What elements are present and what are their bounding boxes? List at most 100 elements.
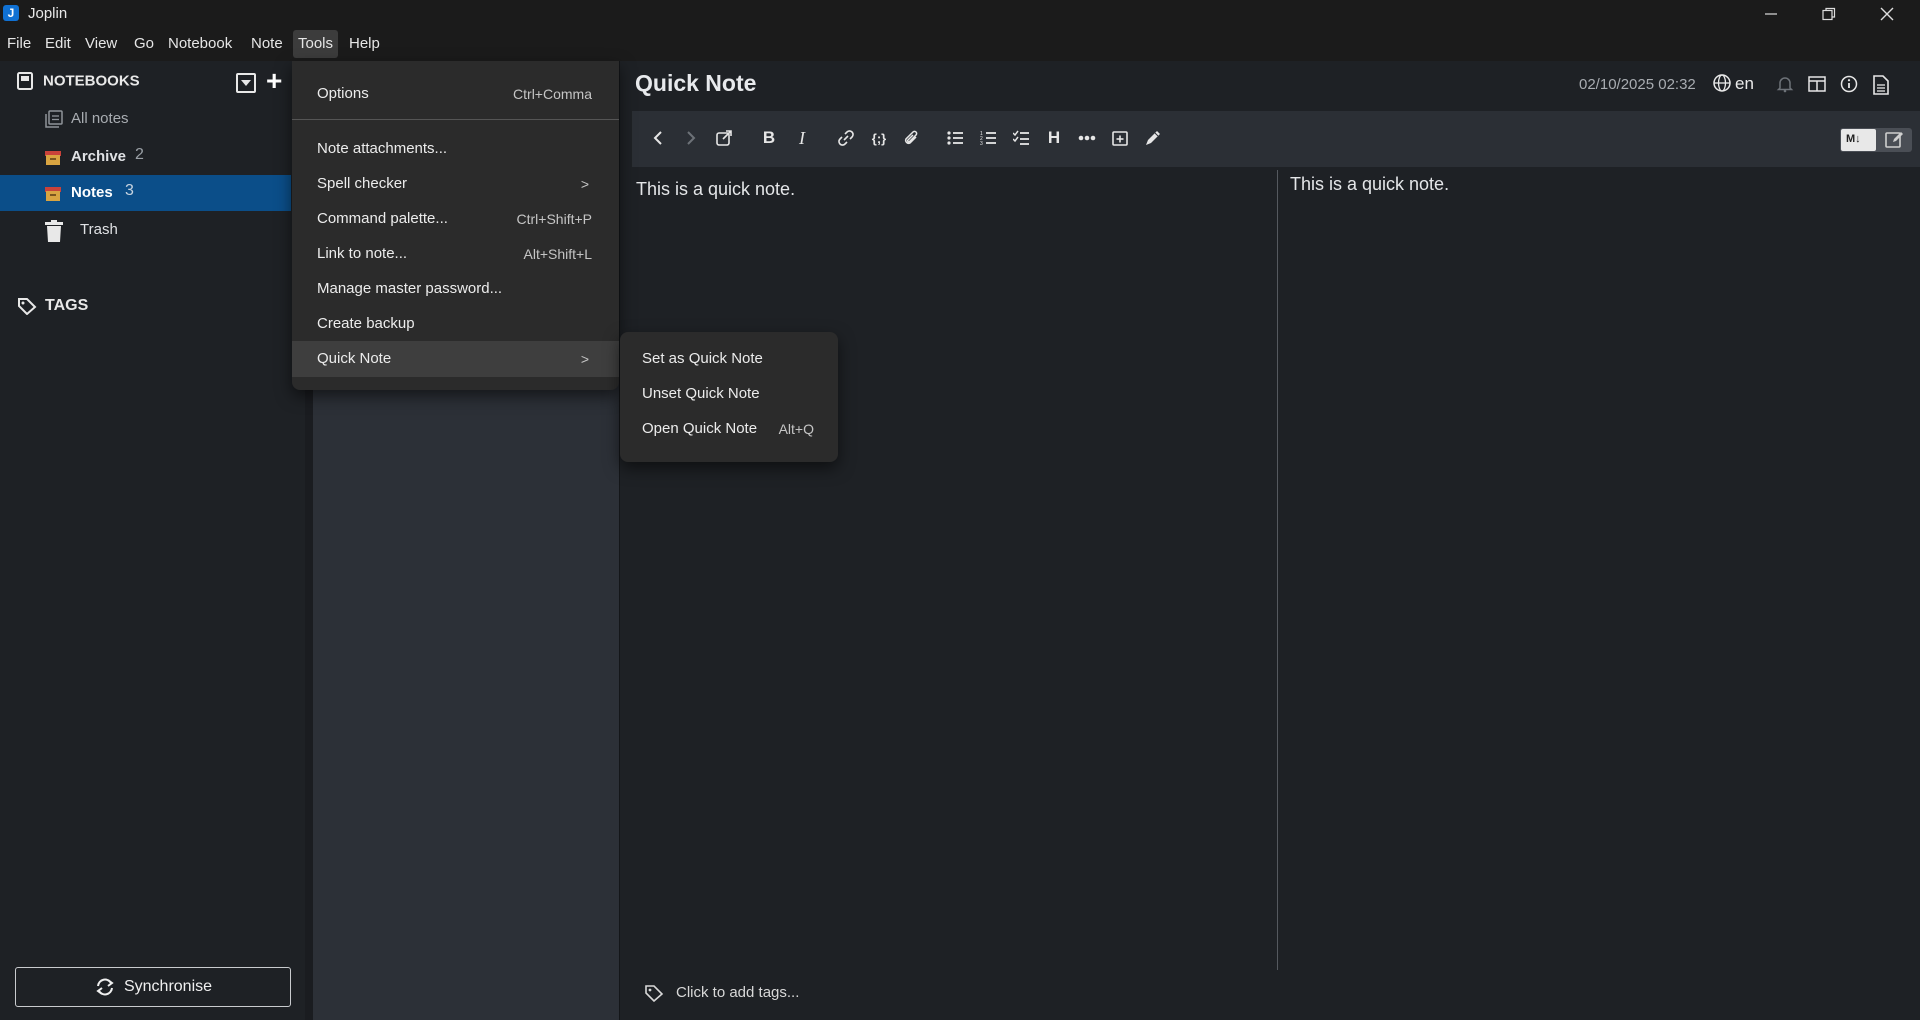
menu-help[interactable]: Help — [344, 30, 385, 58]
bold-button[interactable]: B — [758, 127, 780, 149]
bold-icon: B — [762, 128, 776, 147]
code-button[interactable]: {;} — [868, 127, 890, 149]
chevron-left-icon — [653, 131, 662, 145]
link-icon — [838, 130, 854, 146]
sidebar-item-label: Notes — [71, 184, 113, 201]
note-type-button[interactable] — [1872, 75, 1892, 95]
toggle-layout-button[interactable] — [1808, 75, 1828, 95]
menu-item-link-to-note[interactable]: Link to note... Alt+Shift+L — [292, 237, 619, 271]
note-count: 2 — [135, 146, 144, 163]
bulleted-list-icon — [947, 131, 963, 145]
restore-button[interactable] — [1800, 0, 1858, 28]
editor-viewer-divider — [1277, 170, 1278, 970]
tag-icon — [18, 298, 37, 316]
menu-note[interactable]: Note — [246, 30, 288, 58]
back-button[interactable] — [647, 127, 669, 149]
globe-icon — [1713, 74, 1731, 92]
menu-item-spell-checker[interactable]: Spell checker > — [292, 167, 619, 201]
checkbox-list-button[interactable] — [1010, 127, 1032, 149]
menu-notebook[interactable]: Notebook — [163, 30, 237, 58]
close-window-button[interactable] — [1858, 0, 1916, 28]
heading-button[interactable]: H — [1043, 127, 1065, 149]
menu-tools[interactable]: Tools — [293, 30, 339, 58]
menu-item-label: Manage master password... — [317, 280, 503, 297]
add-tags-button[interactable]: Click to add tags... — [644, 984, 800, 1003]
menu-separator — [292, 119, 619, 120]
menu-item-label: Note attachments... — [317, 140, 448, 157]
minimize-button[interactable] — [1742, 0, 1800, 28]
alarm-button[interactable] — [1776, 75, 1796, 95]
sidebar-item-trash[interactable]: Trash — [0, 212, 291, 248]
rich-text-mode-button[interactable] — [1880, 129, 1910, 151]
note-title-input[interactable]: Quick Note — [635, 70, 756, 97]
markdown-mode-button[interactable]: M↓ — [1841, 129, 1876, 151]
numbered-list-button[interactable]: 123 — [977, 127, 999, 149]
horizontal-rule-button[interactable] — [1076, 127, 1098, 149]
sidebar-item-label: Archive — [71, 148, 127, 165]
note-editor: Quick Note 02/10/2025 02:32 en B I {;} 1… — [620, 61, 1920, 1020]
synchronise-button[interactable]: Synchronise — [15, 967, 291, 1007]
window-title: Joplin — [28, 5, 68, 22]
menu-go[interactable]: Go — [129, 30, 159, 58]
collapse-notebooks-button[interactable] — [236, 73, 256, 93]
menu-edit[interactable]: Edit — [40, 30, 76, 58]
notes-box-icon — [45, 187, 61, 201]
minimize-icon — [1765, 13, 1777, 15]
title-bar: J Joplin — [0, 0, 1920, 28]
menu-item-label: Unset Quick Note — [642, 385, 760, 402]
sidebar-item-label: Trash — [80, 221, 118, 238]
menu-item-create-backup[interactable]: Create backup — [292, 307, 619, 341]
menu-item-set-quick-note[interactable]: Set as Quick Note — [620, 342, 838, 376]
notebooks-header[interactable]: NOTEBOOKS — [17, 72, 140, 91]
italic-button[interactable]: I — [791, 127, 813, 149]
all-notes-icon — [45, 110, 63, 128]
markdown-editor-content[interactable]: This is a quick note. — [636, 179, 795, 200]
sidebar-item-notes[interactable]: Notes 3 — [0, 175, 291, 211]
chevron-right-icon — [687, 131, 696, 145]
sidebar-item-archive[interactable]: Archive 2 — [0, 139, 291, 175]
menu-item-shortcut: Alt+Shift+L — [523, 246, 593, 262]
menu-item-shortcut: Ctrl+Shift+P — [516, 211, 592, 227]
menu-item-open-quick-note[interactable]: Open Quick Note Alt+Q — [620, 412, 838, 446]
menu-item-shortcut: Alt+Q — [778, 421, 814, 437]
archive-box-icon — [45, 151, 61, 165]
tags-title: TAGS — [45, 297, 89, 315]
insert-time-button[interactable] — [1109, 127, 1131, 149]
markdown-icon: M↓ — [1846, 133, 1861, 145]
add-notebook-button[interactable]: + — [266, 67, 282, 95]
menu-item-label: Create backup — [317, 315, 415, 332]
open-external-button[interactable] — [713, 127, 735, 149]
menu-file[interactable]: File — [2, 30, 36, 58]
synchronise-label: Synchronise — [123, 978, 213, 995]
menu-item-manage-master-password[interactable]: Manage master password... — [292, 272, 619, 306]
bulleted-list-button[interactable] — [944, 127, 966, 149]
menu-item-note-attachments[interactable]: Note attachments... — [292, 132, 619, 166]
note-date: 02/10/2025 02:32 — [1579, 76, 1696, 93]
menu-item-options[interactable]: Options Ctrl+Comma — [292, 77, 619, 111]
menu-view[interactable]: View — [80, 30, 122, 58]
menu-item-quick-note[interactable]: Quick Note > — [292, 341, 619, 377]
attach-file-button[interactable] — [900, 127, 922, 149]
menu-item-label: Link to note... — [317, 245, 408, 262]
tools-menu: Options Ctrl+Comma Note attachments... S… — [292, 61, 619, 390]
add-tags-label: Click to add tags... — [676, 984, 800, 1001]
spell-check-button[interactable] — [1142, 127, 1164, 149]
markdown-viewer-content: This is a quick note. — [1290, 174, 1450, 194]
heading-icon: H — [1047, 128, 1061, 147]
notebooks-title: NOTEBOOKS — [43, 72, 140, 90]
sidebar-item-all-notes[interactable]: All notes — [0, 101, 291, 137]
tags-header[interactable]: TAGS — [17, 297, 89, 316]
menu-item-command-palette[interactable]: Command palette... Ctrl+Shift+P — [292, 202, 619, 236]
bell-icon — [1776, 77, 1794, 93]
note-properties-button[interactable] — [1840, 75, 1860, 95]
dropdown-toggle-icon — [236, 73, 256, 93]
editor-mode-toggle[interactable]: M↓ — [1840, 128, 1912, 152]
language-selector[interactable]: en — [1713, 74, 1754, 94]
menu-item-unset-quick-note[interactable]: Unset Quick Note — [620, 377, 838, 411]
hyperlink-button[interactable] — [835, 127, 857, 149]
menu-item-shortcut: Ctrl+Comma — [513, 86, 592, 102]
checklist-icon — [1013, 130, 1029, 145]
forward-button[interactable] — [680, 127, 702, 149]
info-icon — [1840, 75, 1858, 93]
layout-icon — [1808, 76, 1826, 92]
